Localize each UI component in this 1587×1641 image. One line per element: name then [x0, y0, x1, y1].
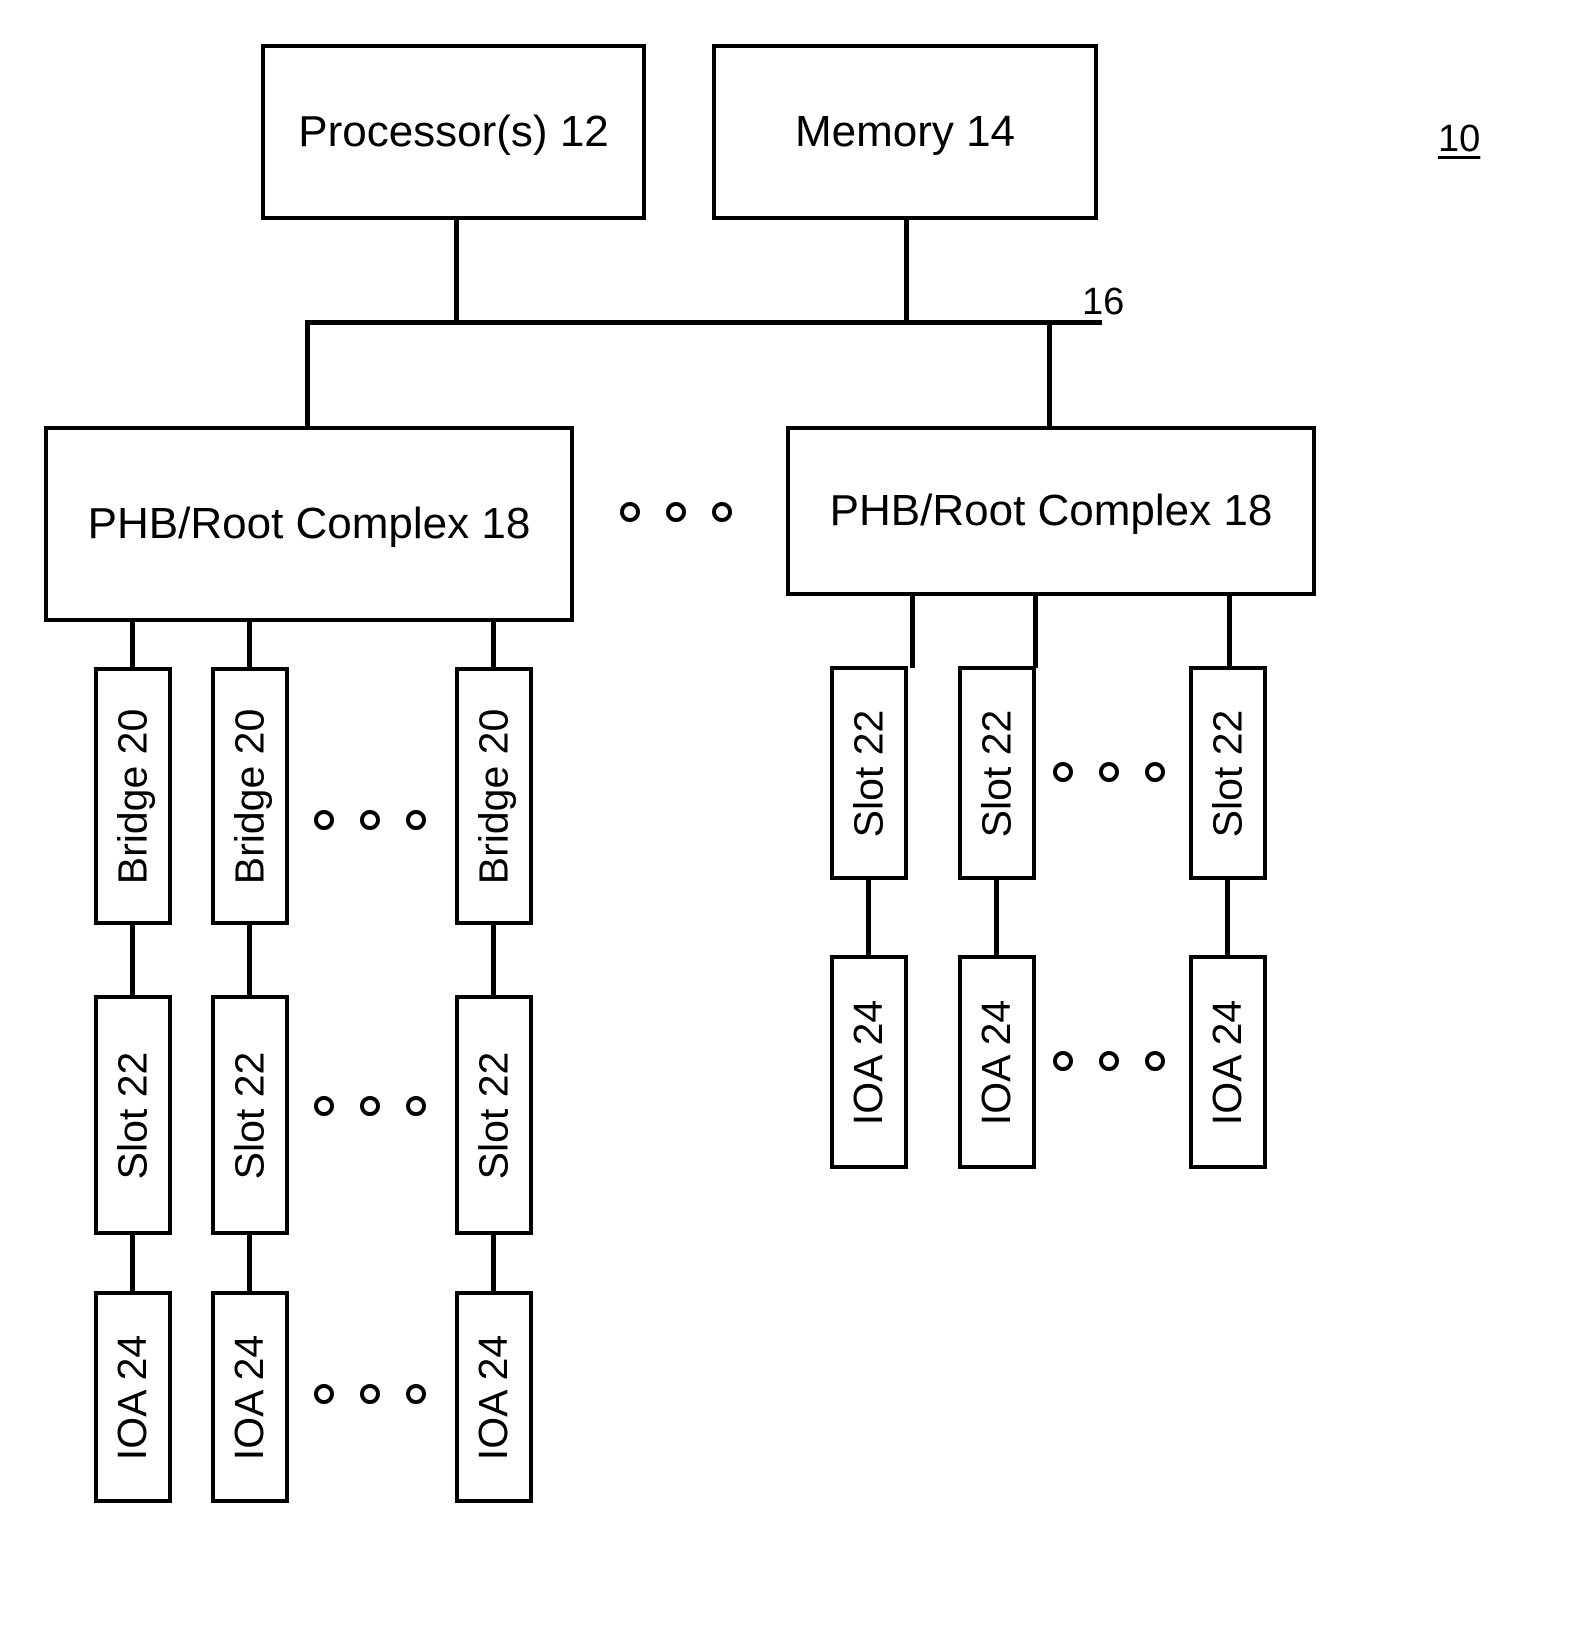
ellipsis-dot	[360, 1384, 380, 1404]
right-slot-to-ioa-connector-1	[866, 878, 871, 958]
figure-reference-numeral: 10	[1438, 118, 1481, 160]
left-slot-to-ioa-connector-1	[130, 1233, 135, 1293]
right-ioa-box-3: IOA 24	[1189, 955, 1267, 1169]
ellipsis-dot	[406, 1384, 426, 1404]
phb-row-ellipsis	[620, 502, 732, 522]
right-slot-box-2-label: Slot 22	[973, 709, 1020, 837]
left-slot-box-2: Slot 22	[211, 995, 289, 1235]
bridge-box-1-label: Bridge 20	[109, 708, 156, 884]
right-slot-box-2: Slot 22	[958, 666, 1036, 880]
left-slot-box-2-label: Slot 22	[226, 1051, 273, 1179]
left-slot-row-ellipsis	[314, 1096, 426, 1116]
phb-root-complex-box-right: PHB/Root Complex 18	[786, 426, 1316, 596]
processor-box-label: Processor(s) 12	[298, 107, 609, 156]
left-slot-to-ioa-connector-3	[491, 1233, 496, 1293]
right-ioa-box-2: IOA 24	[958, 955, 1036, 1169]
ellipsis-dot	[360, 1096, 380, 1116]
ellipsis-dot	[1099, 762, 1119, 782]
bus-label: 16	[1082, 281, 1125, 323]
ellipsis-dot	[712, 502, 732, 522]
ellipsis-dot	[314, 1096, 334, 1116]
phb-root-complex-box-left: PHB/Root Complex 18	[44, 426, 574, 622]
ellipsis-dot	[620, 502, 640, 522]
right-slot-box-1: Slot 22	[830, 666, 908, 880]
ellipsis-dot	[360, 810, 380, 830]
ellipsis-dot	[1099, 1051, 1119, 1071]
system-bus-line	[305, 320, 1102, 325]
ellipsis-dot	[666, 502, 686, 522]
ellipsis-dot	[1145, 762, 1165, 782]
ellipsis-dot	[1053, 762, 1073, 782]
left-ioa-box-3: IOA 24	[455, 1291, 533, 1503]
ellipsis-dot	[1145, 1051, 1165, 1071]
right-phb-to-slot-connector-2	[1033, 592, 1038, 668]
left-slot-box-1: Slot 22	[94, 995, 172, 1235]
bridge-box-3: Bridge 20	[455, 667, 533, 925]
right-ioa-box-3-label: IOA 24	[1204, 999, 1251, 1125]
processor-to-bus-connector	[454, 218, 459, 324]
ellipsis-dot	[406, 810, 426, 830]
bridge-to-slot-connector-2	[247, 923, 252, 997]
left-phb-to-bridge-connector-2	[247, 618, 252, 669]
right-phb-to-slot-connector-1	[910, 592, 915, 668]
right-slot-to-ioa-connector-3	[1225, 878, 1230, 958]
phb-root-complex-left-label: PHB/Root Complex 18	[87, 499, 531, 548]
right-slot-box-3-label: Slot 22	[1204, 709, 1251, 837]
left-slot-box-3: Slot 22	[455, 995, 533, 1235]
memory-to-bus-connector	[904, 218, 909, 324]
right-slot-box-1-label: Slot 22	[845, 709, 892, 837]
bridge-row-ellipsis	[314, 810, 426, 830]
memory-box-label: Memory 14	[794, 107, 1016, 156]
bridge-box-1: Bridge 20	[94, 667, 172, 925]
processor-box: Processor(s) 12	[261, 44, 646, 220]
right-slot-box-3: Slot 22	[1189, 666, 1267, 880]
ellipsis-dot	[406, 1096, 426, 1116]
ellipsis-dot	[1053, 1051, 1073, 1071]
memory-box: Memory 14	[712, 44, 1098, 220]
bus-to-left-phb-connector	[305, 320, 310, 428]
left-phb-to-bridge-connector-1	[130, 618, 135, 669]
left-ioa-box-1: IOA 24	[94, 1291, 172, 1503]
left-phb-to-bridge-connector-3	[491, 618, 496, 669]
left-slot-box-1-label: Slot 22	[109, 1051, 156, 1179]
bridge-box-2-label: Bridge 20	[226, 708, 273, 884]
left-slot-to-ioa-connector-2	[247, 1233, 252, 1293]
ellipsis-dot	[314, 1384, 334, 1404]
bridge-box-2: Bridge 20	[211, 667, 289, 925]
figure-canvas: Processor(s) 12 Memory 14 10 16 PHB/Root…	[0, 0, 1587, 1641]
right-ioa-row-ellipsis	[1053, 1051, 1165, 1071]
bridge-box-3-label: Bridge 20	[470, 708, 517, 884]
right-ioa-box-1: IOA 24	[830, 955, 908, 1169]
right-phb-to-slot-connector-3	[1227, 592, 1232, 668]
right-slot-row-ellipsis	[1053, 762, 1165, 782]
left-ioa-box-2: IOA 24	[211, 1291, 289, 1503]
bridge-to-slot-connector-3	[491, 923, 496, 997]
right-ioa-box-2-label: IOA 24	[973, 999, 1020, 1125]
bridge-to-slot-connector-1	[130, 923, 135, 997]
phb-root-complex-right-label: PHB/Root Complex 18	[829, 486, 1273, 535]
left-ioa-row-ellipsis	[314, 1384, 426, 1404]
right-ioa-box-1-label: IOA 24	[845, 999, 892, 1125]
left-ioa-box-3-label: IOA 24	[470, 1334, 517, 1460]
left-slot-box-3-label: Slot 22	[470, 1051, 517, 1179]
ellipsis-dot	[314, 810, 334, 830]
left-ioa-box-1-label: IOA 24	[109, 1334, 156, 1460]
right-slot-to-ioa-connector-2	[994, 878, 999, 958]
left-ioa-box-2-label: IOA 24	[226, 1334, 273, 1460]
